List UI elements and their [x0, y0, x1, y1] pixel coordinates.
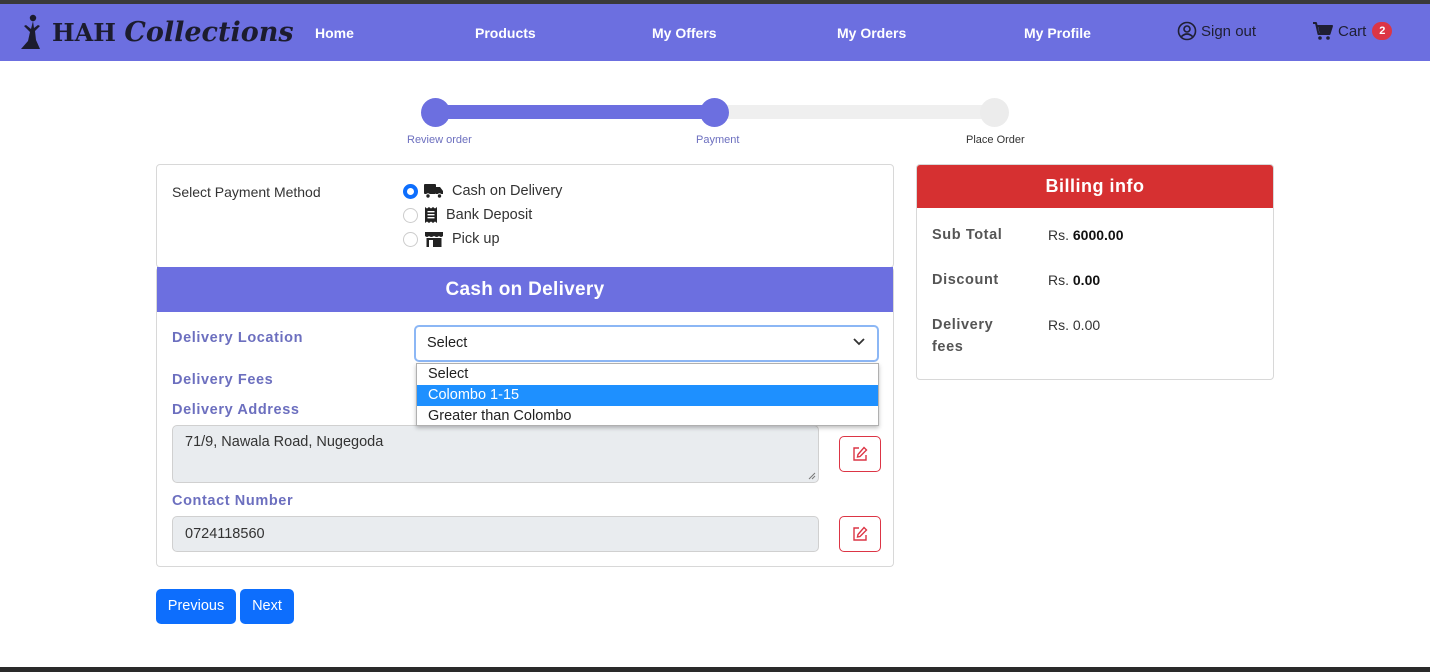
subtotal-amount: 6000.00 [1072, 227, 1124, 243]
subtotal-value: Rs. 6000.00 [1048, 227, 1124, 243]
delivery-fees-label-line2: fees [932, 339, 964, 355]
step-label-place-order: Place Order [966, 134, 1025, 146]
nav-my-offers[interactable]: My Offers [652, 25, 717, 41]
payment-option-label: Pick up [452, 231, 500, 247]
radio-bank[interactable] [403, 207, 418, 223]
delivery-address-value: 71/9, Nawala Road, Nugegoda [185, 434, 384, 450]
step-dot-place-order [980, 98, 1009, 127]
step-label-payment: Payment [696, 134, 740, 146]
radio-pickup[interactable] [403, 231, 418, 247]
step-dot-payment [700, 98, 729, 127]
edit-icon [853, 526, 868, 541]
contact-number-label: Contact Number [172, 493, 294, 509]
nav-products[interactable]: Products [475, 25, 536, 41]
step-label-review: Review order [407, 134, 472, 146]
cart-label: Cart [1338, 22, 1367, 40]
delivery-fees-label-line1: Delivery [932, 317, 994, 333]
delivery-address-field[interactable]: 71/9, Nawala Road, Nugegoda [172, 425, 819, 483]
payment-option-label: Cash on Delivery [452, 183, 563, 199]
window-bottom-border [0, 667, 1430, 672]
receipt-icon [425, 207, 437, 223]
previous-button[interactable]: Previous [156, 589, 236, 624]
cart-count-badge: 2 [1372, 22, 1393, 40]
step-dot-review [421, 98, 450, 127]
shop-icon [425, 232, 443, 247]
delivery-address-label: Delivery Address [172, 402, 300, 418]
delivery-fees-label: Delivery Fees [172, 372, 274, 388]
sign-out-link[interactable]: Sign out [1177, 21, 1256, 41]
brand-name: HAH Collections [52, 17, 294, 48]
subtotal-label: Sub Total [932, 227, 1003, 243]
truck-icon [424, 184, 443, 199]
delivery-location-select[interactable]: Select [414, 325, 879, 362]
payment-method-card: Select Payment Method Cash on Delivery B… [156, 164, 894, 268]
delivery-location-label: Delivery Location [172, 330, 304, 346]
subtotal-currency: Rs. [1048, 227, 1069, 243]
dropdown-option-greater-than-colombo[interactable]: Greater than Colombo [417, 406, 878, 427]
resize-handle-icon[interactable] [808, 472, 816, 480]
cash-on-delivery-card: Cash on Delivery Delivery Location Selec… [156, 267, 894, 567]
brand-prefix: HAH [52, 17, 116, 47]
discount-value: Rs. 0.00 [1048, 272, 1100, 288]
billing-header: Billing info [917, 165, 1273, 208]
brand[interactable]: HAH Collections [18, 12, 294, 52]
billing-info-card: Billing info Sub Total Rs. 6000.00 Disco… [916, 164, 1274, 380]
stepper-progress-fill [424, 105, 720, 119]
edit-contact-button[interactable] [839, 516, 881, 552]
user-circle-icon [1177, 21, 1197, 41]
cart-link[interactable]: Cart 2 [1312, 21, 1393, 41]
edit-icon [853, 446, 868, 461]
sign-out-label: Sign out [1201, 22, 1257, 40]
nav-my-orders[interactable]: My Orders [837, 25, 906, 41]
discount-label: Discount [932, 272, 999, 288]
contact-number-value: 0724118560 [185, 526, 265, 542]
nav-my-profile[interactable]: My Profile [1024, 25, 1091, 41]
dropdown-option-select[interactable]: Select [417, 364, 878, 385]
delivery-fees-value: Rs. 0.00 [1048, 317, 1101, 333]
next-button[interactable]: Next [240, 589, 294, 624]
payment-method-title: Select Payment Method [172, 184, 321, 200]
delivery-location-dropdown: Select Colombo 1-15 Greater than Colombo [416, 363, 879, 426]
navbar: HAH Collections Home Products My Offers … [0, 4, 1430, 61]
discount-currency: Rs. [1048, 272, 1069, 288]
payment-option-bank[interactable]: Bank Deposit [403, 207, 532, 223]
delivery-location-value: Select [427, 335, 468, 351]
payment-option-pickup[interactable]: Pick up [403, 231, 500, 247]
dropdown-option-colombo-1-15[interactable]: Colombo 1-15 [417, 385, 878, 406]
brand-script: Collections [124, 16, 294, 48]
dancer-logo-icon [21, 14, 40, 49]
edit-address-button[interactable] [839, 436, 881, 472]
payment-option-cod[interactable]: Cash on Delivery [403, 183, 562, 199]
delivery-fees-billing-label: Delivery fees [932, 314, 993, 358]
nav-home[interactable]: Home [315, 25, 354, 41]
cod-header: Cash on Delivery [157, 267, 893, 312]
contact-number-field[interactable]: 0724118560 [172, 516, 819, 552]
radio-cod[interactable] [403, 183, 418, 199]
payment-option-label: Bank Deposit [446, 207, 533, 223]
cart-icon [1313, 22, 1333, 40]
chevron-down-icon [853, 338, 865, 346]
discount-amount: 0.00 [1072, 272, 1101, 288]
